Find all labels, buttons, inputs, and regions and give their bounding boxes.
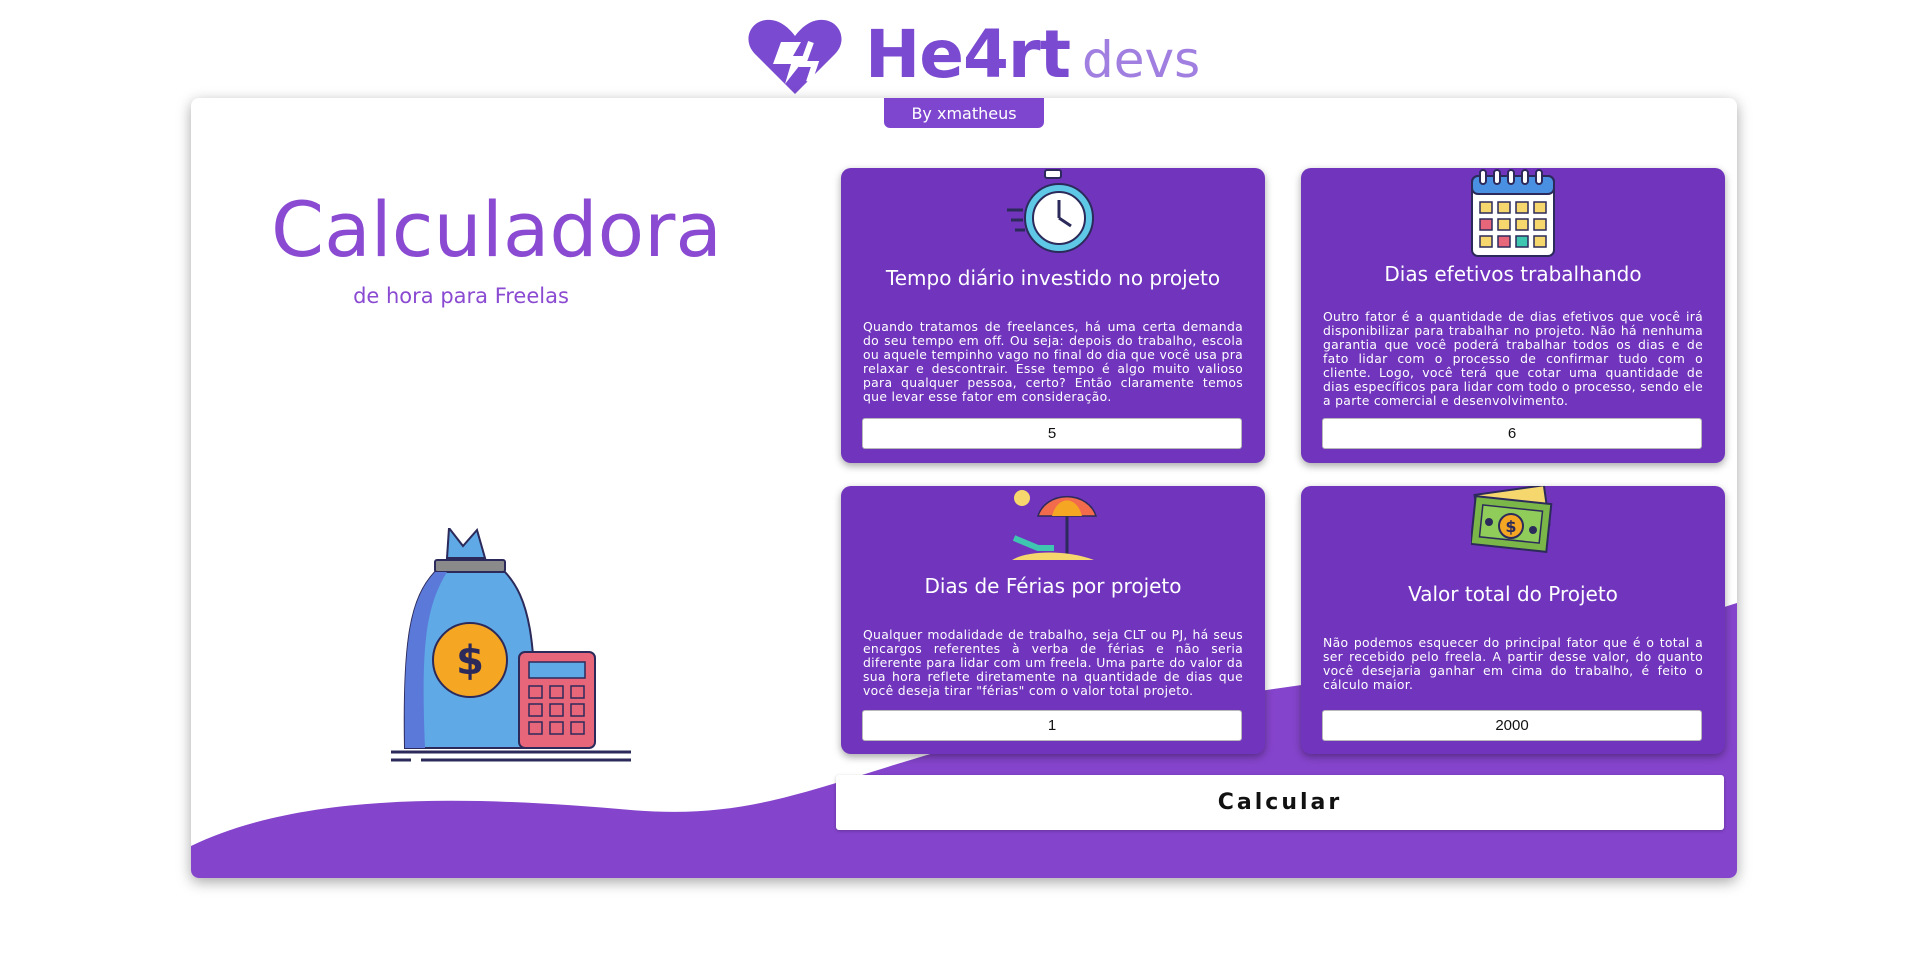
money-bag-calculator-icon: $ [391, 528, 631, 762]
field-description: Outro fator é a quantidade de dias efeti… [1323, 309, 1703, 408]
stopwatch-icon [1007, 169, 1094, 253]
field-card-vacation-days: Dias de Férias por projeto Qualquer moda… [841, 486, 1265, 754]
field-card-total-value: $ Valor total do Projeto Não podemos esq… [1301, 486, 1725, 754]
effective-days-input[interactable] [1322, 418, 1702, 449]
daily-time-input[interactable] [862, 418, 1242, 449]
field-title: Valor total do Projeto [1408, 582, 1618, 606]
author-tab: By xmatheus [884, 98, 1044, 128]
heart-logo-icon [748, 19, 842, 95]
field-title: Dias de Férias por projeto [924, 574, 1182, 598]
field-card-effective-days: Dias efetivos trabalhando Outro fator é … [1301, 168, 1725, 463]
beach-umbrella-icon [1012, 490, 1098, 560]
field-title: Dias efetivos trabalhando [1384, 262, 1642, 286]
calendar-icon [1471, 169, 1555, 257]
field-description: Qualquer modalidade de trabalho, seja CL… [863, 627, 1243, 698]
money-bills-icon: $ [1471, 486, 1553, 553]
calculator-card: By xmatheus Calculadora de hora para Fre… [191, 98, 1737, 878]
field-description: Não podemos esquecer do principal fator … [1323, 635, 1703, 692]
logo-wordmark: He4rt [865, 16, 1071, 93]
field-title: Tempo diário investido no projeto [885, 266, 1221, 290]
logo-subtext: devs [1082, 31, 1201, 89]
page-title: Calculadora [271, 185, 722, 274]
field-description: Quando tratamos de freelances, há uma ce… [863, 319, 1243, 404]
he4rt-logo: He4rt devs [745, 12, 1200, 98]
total-value-input[interactable] [1322, 710, 1702, 741]
calculate-button[interactable]: Calcular [836, 775, 1724, 830]
vacation-days-input[interactable] [862, 710, 1242, 741]
page-subtitle: de hora para Freelas [353, 284, 569, 308]
svg-text:$: $ [456, 638, 484, 684]
field-card-daily-time: Tempo diário investido no projeto Quando… [841, 168, 1265, 463]
svg-text:$: $ [1505, 517, 1516, 536]
